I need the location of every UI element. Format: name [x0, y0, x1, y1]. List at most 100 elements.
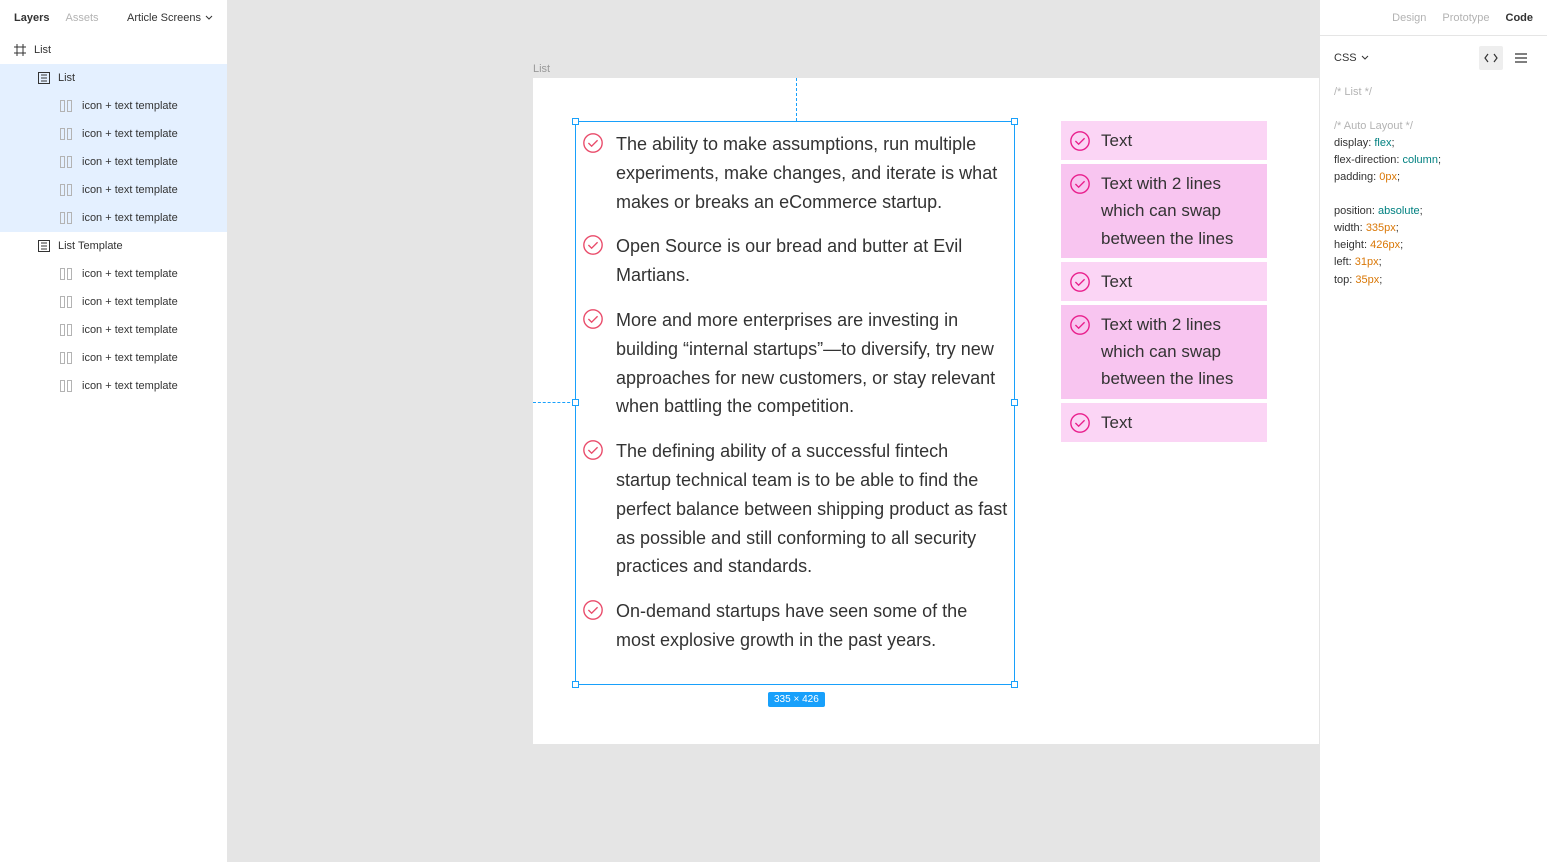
- list-item-text: More and more enterprises are investing …: [616, 306, 1008, 421]
- right-panel: Design Prototype Code CSS /* List */ /* …: [1319, 0, 1547, 862]
- template-item[interactable]: Text: [1061, 121, 1267, 160]
- layer-label: icon + text template: [82, 156, 178, 168]
- component-icon: [60, 380, 74, 392]
- tab-code[interactable]: Code: [1506, 12, 1534, 24]
- page-name: Article Screens: [127, 12, 201, 24]
- component-icon: [60, 128, 74, 140]
- check-circle-icon: [582, 308, 604, 330]
- frame-label[interactable]: List: [533, 63, 550, 75]
- component-icon: [60, 268, 74, 280]
- check-circle-icon: [1069, 173, 1091, 195]
- list-item-text: The defining ability of a successful fin…: [616, 437, 1008, 581]
- tab-layers[interactable]: Layers: [14, 12, 49, 24]
- check-circle-icon: [1069, 314, 1091, 336]
- check-circle-icon: [1069, 130, 1091, 152]
- right-panel-tabs: Design Prototype Code: [1320, 0, 1547, 36]
- layer-label: icon + text template: [82, 212, 178, 224]
- tab-design[interactable]: Design: [1392, 12, 1426, 24]
- tab-assets[interactable]: Assets: [65, 12, 98, 24]
- list-item[interactable]: More and more enterprises are investing …: [576, 306, 1014, 421]
- resize-handle[interactable]: [1011, 399, 1018, 406]
- root-layer-label: List: [34, 44, 51, 56]
- tab-prototype[interactable]: Prototype: [1442, 12, 1489, 24]
- resize-handle[interactable]: [1011, 118, 1018, 125]
- component-icon: [60, 296, 74, 308]
- language-label: CSS: [1334, 52, 1357, 64]
- template-item[interactable]: Text with 2 lines which can swap between…: [1061, 305, 1267, 399]
- list-item[interactable]: The defining ability of a successful fin…: [576, 437, 1014, 581]
- chevron-down-icon: [1361, 54, 1369, 62]
- template-item-text: Text: [1101, 409, 1132, 436]
- layer-component-row[interactable]: icon + text template: [0, 288, 227, 316]
- layer-label: icon + text template: [82, 296, 178, 308]
- code-header: CSS: [1320, 36, 1547, 80]
- layer-component-row[interactable]: icon + text template: [0, 176, 227, 204]
- component-icon: [60, 352, 74, 364]
- layer-label: icon + text template: [82, 352, 178, 364]
- template-item[interactable]: Text: [1061, 262, 1267, 301]
- check-circle-icon: [582, 234, 604, 256]
- autolayout-icon: [38, 72, 50, 84]
- layer-label: icon + text template: [82, 380, 178, 392]
- layer-component-row[interactable]: icon + text template: [0, 204, 227, 232]
- layer-label: List: [58, 72, 75, 84]
- code-comment: /* List */: [1334, 84, 1533, 101]
- left-panel-header: Layers Assets Article Screens: [0, 0, 227, 36]
- layer-label: icon + text template: [82, 268, 178, 280]
- code-view-toggle: [1479, 46, 1533, 70]
- frame-icon: [14, 44, 26, 56]
- layer-component-row[interactable]: icon + text template: [0, 120, 227, 148]
- list-item[interactable]: On-demand startups have seen some of the…: [576, 597, 1014, 655]
- guide-horizontal: [533, 402, 575, 403]
- code-output[interactable]: /* List */ /* Auto Layout */ display: fl…: [1320, 80, 1547, 303]
- selected-frame[interactable]: The ability to make assumptions, run mul…: [575, 121, 1015, 685]
- code-view-icon[interactable]: [1479, 46, 1503, 70]
- layer-component-row[interactable]: icon + text template: [0, 92, 227, 120]
- check-circle-icon: [582, 132, 604, 154]
- size-badge: 335 × 426: [768, 692, 825, 707]
- template-item-text: Text with 2 lines which can swap between…: [1101, 170, 1259, 252]
- list-view-icon[interactable]: [1509, 46, 1533, 70]
- layer-label: icon + text template: [82, 128, 178, 140]
- list-item[interactable]: The ability to make assumptions, run mul…: [576, 130, 1014, 216]
- language-dropdown[interactable]: CSS: [1334, 52, 1369, 64]
- layer-label: icon + text template: [82, 100, 178, 112]
- resize-handle[interactable]: [572, 681, 579, 688]
- layer-frame-row[interactable]: List: [0, 64, 227, 92]
- layer-component-row[interactable]: icon + text template: [0, 148, 227, 176]
- list-item[interactable]: Open Source is our bread and butter at E…: [576, 232, 1014, 290]
- component-icon: [60, 324, 74, 336]
- layer-component-row[interactable]: icon + text template: [0, 260, 227, 288]
- template-item-text: Text: [1101, 127, 1132, 154]
- list-item-text: The ability to make assumptions, run mul…: [616, 130, 1008, 216]
- template-item-text: Text: [1101, 268, 1132, 295]
- check-circle-icon: [1069, 412, 1091, 434]
- check-circle-icon: [582, 599, 604, 621]
- template-frame[interactable]: Text Text with 2 lines which can swap bet…: [1061, 121, 1267, 442]
- resize-handle[interactable]: [572, 399, 579, 406]
- component-icon: [60, 156, 74, 168]
- component-icon: [60, 184, 74, 196]
- chevron-down-icon: [205, 14, 213, 22]
- template-item[interactable]: Text: [1061, 403, 1267, 442]
- template-item[interactable]: Text with 2 lines which can swap between…: [1061, 164, 1267, 258]
- root-layer-row[interactable]: List: [0, 36, 227, 64]
- left-panel: Layers Assets Article Screens List List i…: [0, 0, 228, 862]
- layer-component-row[interactable]: icon + text template: [0, 372, 227, 400]
- resize-handle[interactable]: [572, 118, 579, 125]
- page-dropdown[interactable]: Article Screens: [127, 12, 213, 24]
- code-comment: /* Auto Layout */: [1334, 118, 1533, 135]
- list-item-text: On-demand startups have seen some of the…: [616, 597, 1008, 655]
- layer-frame-row[interactable]: List Template: [0, 232, 227, 260]
- layer-label: icon + text template: [82, 184, 178, 196]
- check-circle-icon: [1069, 271, 1091, 293]
- canvas[interactable]: List The ability to make assumptions, ru…: [228, 0, 1319, 862]
- check-circle-icon: [582, 439, 604, 461]
- layer-component-row[interactable]: icon + text template: [0, 344, 227, 372]
- template-item-text: Text with 2 lines which can swap between…: [1101, 311, 1259, 393]
- component-icon: [60, 212, 74, 224]
- resize-handle[interactable]: [1011, 681, 1018, 688]
- list-item-text: Open Source is our bread and butter at E…: [616, 232, 1008, 290]
- layer-component-row[interactable]: icon + text template: [0, 316, 227, 344]
- layer-tree: List icon + text template icon + text temp…: [0, 64, 227, 400]
